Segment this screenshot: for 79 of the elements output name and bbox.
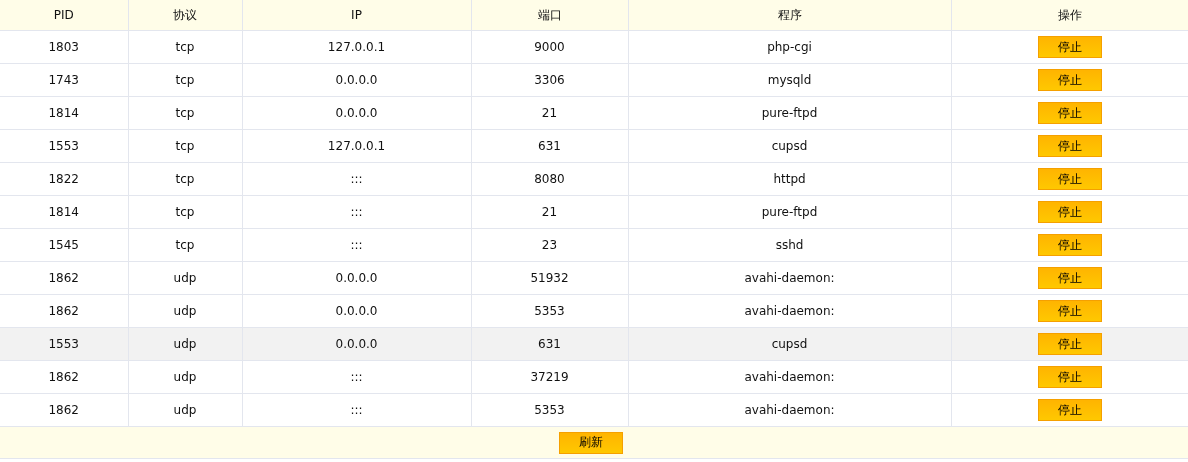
table-cell: udp <box>128 327 242 361</box>
table-cell: sshd <box>628 228 951 262</box>
column-header: 协议 <box>128 0 242 31</box>
stop-button[interactable]: 停止 <box>1037 168 1102 190</box>
table-cell: 1803 <box>0 30 128 64</box>
table-cell: tcp <box>128 162 242 196</box>
table-cell: 1862 <box>0 393 128 427</box>
stop-button[interactable]: 停止 <box>1037 135 1102 157</box>
table-cell: avahi-daemon: <box>628 261 951 295</box>
stop-button[interactable]: 停止 <box>1037 201 1102 223</box>
table-cell: pure-ftpd <box>628 96 951 130</box>
table-cell: udp <box>128 294 242 328</box>
table-cell: udp <box>128 393 242 427</box>
table-cell: 21 <box>471 195 628 229</box>
table-cell: tcp <box>128 129 242 163</box>
table-cell: 0.0.0.0 <box>242 327 471 361</box>
table-cell: udp <box>128 261 242 295</box>
table-cell: avahi-daemon: <box>628 360 951 394</box>
table-cell: 1814 <box>0 195 128 229</box>
table-cell: 1862 <box>0 261 128 295</box>
table-cell: 1814 <box>0 96 128 130</box>
table-cell: 9000 <box>471 30 628 64</box>
table-cell: 1862 <box>0 360 128 394</box>
table-cell: 1822 <box>0 162 128 196</box>
column-header: 程序 <box>628 0 951 31</box>
table-cell: cupsd <box>628 327 951 361</box>
table-cell: avahi-daemon: <box>628 393 951 427</box>
table-cell: 23 <box>471 228 628 262</box>
table-cell: tcp <box>128 228 242 262</box>
table-cell: 0.0.0.0 <box>242 261 471 295</box>
table-cell: 1553 <box>0 327 128 361</box>
table-cell: 127.0.0.1 <box>242 30 471 64</box>
column-header: 端口 <box>471 0 628 31</box>
table-cell: 21 <box>471 96 628 130</box>
table-cell: 5353 <box>471 294 628 328</box>
table-cell: httpd <box>628 162 951 196</box>
table-cell: 37219 <box>471 360 628 394</box>
table-cell: 1553 <box>0 129 128 163</box>
table-cell: 631 <box>471 129 628 163</box>
table-cell: php-cgi <box>628 30 951 64</box>
table-cell: ::: <box>242 228 471 262</box>
table-cell: 0.0.0.0 <box>242 96 471 130</box>
stop-button[interactable]: 停止 <box>1037 102 1102 124</box>
table-cell: tcp <box>128 63 242 97</box>
table-cell: tcp <box>128 96 242 130</box>
stop-button[interactable]: 停止 <box>1037 69 1102 91</box>
column-header: PID <box>0 0 128 31</box>
stop-button[interactable]: 停止 <box>1037 267 1102 289</box>
table-cell: 8080 <box>471 162 628 196</box>
table-cell: 5353 <box>471 393 628 427</box>
stop-button[interactable]: 停止 <box>1037 399 1102 421</box>
table-cell: 0.0.0.0 <box>242 63 471 97</box>
table-cell: 51932 <box>471 261 628 295</box>
table-cell: tcp <box>128 195 242 229</box>
table-cell: 127.0.0.1 <box>242 129 471 163</box>
table-cell: ::: <box>242 195 471 229</box>
table-cell: ::: <box>242 393 471 427</box>
table-cell: 1743 <box>0 63 128 97</box>
stop-button[interactable]: 停止 <box>1037 366 1102 388</box>
table-cell: ::: <box>242 162 471 196</box>
table-cell: 1545 <box>0 228 128 262</box>
column-header: 操作 <box>951 0 1188 31</box>
refresh-button[interactable]: 刷新 <box>559 431 623 454</box>
stop-button[interactable]: 停止 <box>1037 300 1102 322</box>
table-cell: udp <box>128 360 242 394</box>
stop-button[interactable]: 停止 <box>1037 36 1102 58</box>
table-cell: mysqld <box>628 63 951 97</box>
table-cell: cupsd <box>628 129 951 163</box>
table-cell: 1862 <box>0 294 128 328</box>
table-cell: avahi-daemon: <box>628 294 951 328</box>
table-cell: 631 <box>471 327 628 361</box>
stop-button[interactable]: 停止 <box>1037 234 1102 256</box>
stop-button[interactable]: 停止 <box>1037 333 1102 355</box>
table-cell: ::: <box>242 360 471 394</box>
column-header: IP <box>242 0 471 31</box>
table-cell: tcp <box>128 30 242 64</box>
table-cell: 3306 <box>471 63 628 97</box>
table-cell: 0.0.0.0 <box>242 294 471 328</box>
table-cell: pure-ftpd <box>628 195 951 229</box>
